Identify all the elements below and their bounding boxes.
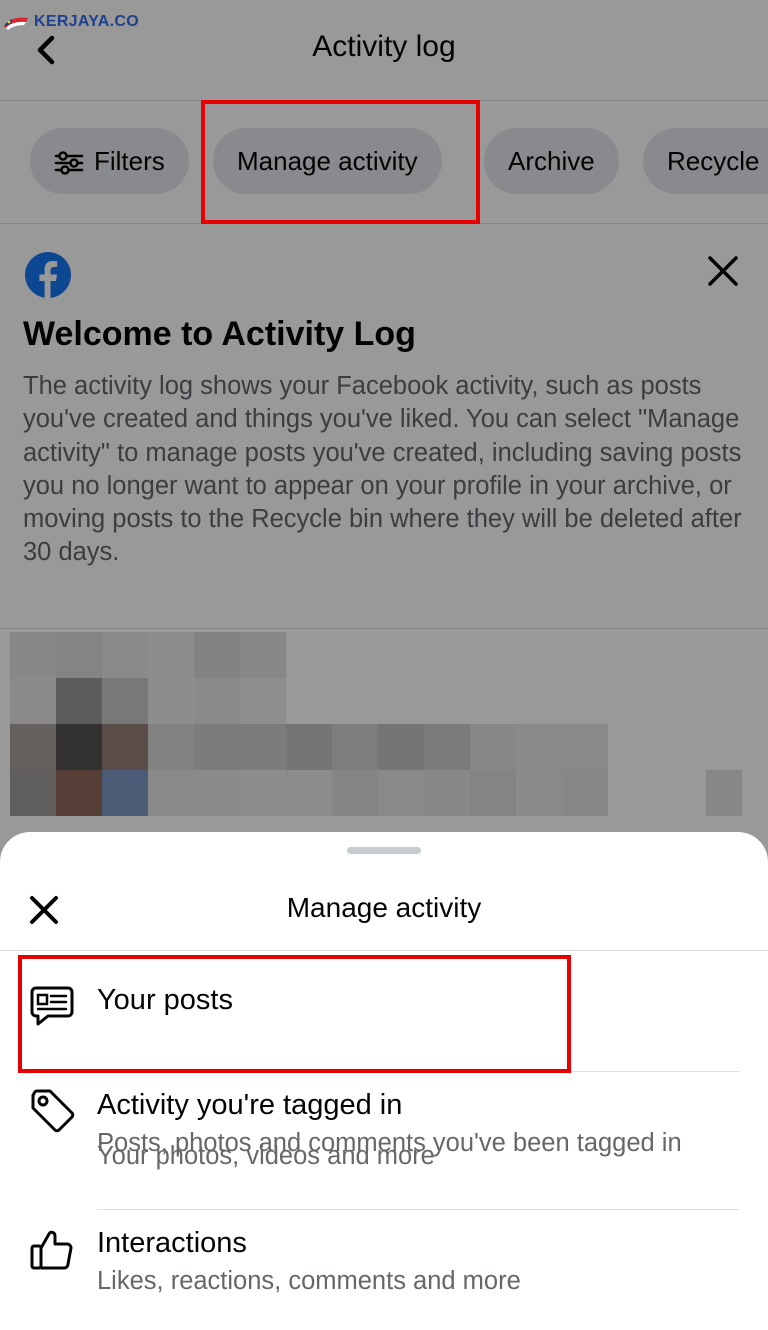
menu-item-interactions[interactable]: Interactions Likes, reactions, comments … — [0, 1210, 768, 1330]
watermark-text: KERJAYA.CO — [34, 13, 139, 30]
highlight-box-manage-activity — [201, 100, 480, 224]
divider — [0, 950, 768, 951]
sheet-grabber[interactable] — [347, 847, 421, 854]
malaysia-flag-icon — [4, 17, 28, 30]
highlight-box-your-posts — [18, 955, 571, 1073]
menu-item-subtitle: Likes, reactions, comments and more — [97, 1267, 521, 1295]
thumbs-up-icon — [30, 1230, 73, 1270]
watermark: KERJAYA.CO — [2, 12, 139, 32]
sheet-title: Manage activity — [286, 892, 482, 923]
menu-item-title: Activity you're tagged in — [97, 1089, 403, 1121]
activity-log-page: KERJAYA.CO Activity log Filters Manage a… — [0, 0, 768, 1330]
menu-item-subtitle: Posts, photos and comments you've been t… — [97, 1129, 682, 1157]
menu-item-tagged-activity[interactable]: Activity you're tagged in Posts, photos … — [0, 1072, 768, 1210]
menu-item-title: Interactions — [97, 1227, 247, 1259]
manage-activity-sheet: Manage activity Your posts Your photos, … — [0, 832, 768, 1330]
tag-icon — [31, 1089, 75, 1133]
